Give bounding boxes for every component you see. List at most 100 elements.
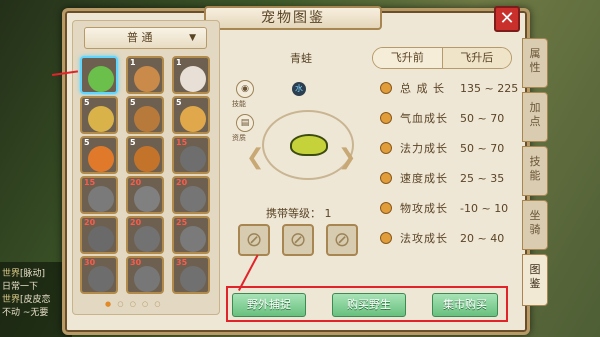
side-tab[interactable]: 坐骑 (522, 200, 548, 250)
pager-dot[interactable]: ○ (142, 300, 150, 308)
chat-text: [脉动] (20, 269, 46, 279)
pet-portrait (88, 146, 114, 172)
pet-portrait (88, 266, 114, 292)
pager-dot[interactable]: ○ (154, 300, 162, 308)
stat-range: 50 ~ 70 (460, 111, 505, 125)
equip-slot-2[interactable]: ⊘ (282, 224, 314, 256)
side-tab-char: 坐 (529, 209, 541, 222)
equip-slot-3[interactable]: ⊘ (326, 224, 358, 256)
pet-level: 15 (84, 178, 96, 187)
skill-icon-label: 技能 (232, 100, 246, 108)
pet-cell[interactable]: 35 (172, 256, 210, 294)
side-tab[interactable]: 技能 (522, 146, 548, 196)
stat-name: 总 成 长 (400, 82, 445, 95)
stat-row: 法力成长 50 ~ 70 (380, 140, 504, 156)
side-tab-char: 骑 (529, 223, 541, 236)
market-buy-button[interactable]: 集市购买 (432, 293, 498, 317)
pet-cell[interactable]: 5 (126, 96, 164, 134)
pet-level: 5 (84, 138, 90, 147)
side-tab-char: 加 (529, 101, 541, 114)
stat-name: 速度成长 (400, 172, 448, 185)
pet-name: 青蛙 (290, 52, 312, 65)
side-tab[interactable]: 加点 (522, 92, 548, 142)
next-pet-arrow-icon[interactable]: ❯ (338, 145, 356, 170)
pager-dot-active[interactable]: ● (105, 300, 113, 308)
pet-portrait (180, 146, 206, 172)
pet-level: 20 (176, 178, 188, 187)
pet-level: 1 (176, 58, 182, 67)
stat-range: 50 ~ 70 (460, 141, 505, 155)
chat-line: 世界[脉动] (2, 268, 70, 281)
pet-portrait (180, 186, 206, 212)
carry-level-value: 1 (324, 207, 332, 220)
pet-level: 25 (176, 218, 188, 227)
carry-level-label: 携带等级： (266, 207, 321, 220)
stat-max: 70 (490, 111, 505, 125)
stat-range: -10 ~ 10 (460, 201, 509, 215)
pet-cell[interactable]: 30 (80, 256, 118, 294)
pet-type-dropdown[interactable]: 普 通 ▼ (84, 27, 207, 49)
pet-level: 5 (130, 98, 136, 107)
chat-channel-tag: 世界 (2, 295, 21, 305)
stat-icon (380, 232, 392, 244)
stat-min: 25 (460, 171, 474, 185)
stat-row: 速度成长 25 ~ 35 (380, 170, 504, 186)
side-tab[interactable]: 图鉴 (522, 254, 548, 306)
pet-portrait (134, 146, 160, 172)
side-tab-char: 点 (529, 115, 541, 128)
dropdown-label: 普 通 (127, 31, 153, 44)
pet-cell[interactable]: 5 (126, 136, 164, 174)
pet-level: 5 (176, 98, 182, 107)
pet-portrait (88, 186, 114, 212)
pet-level: 1 (130, 58, 136, 67)
side-tab-char: 鉴 (529, 277, 541, 290)
pet-portrait (180, 66, 206, 92)
pet-cell[interactable]: 20 (172, 176, 210, 214)
tab-after-ascension[interactable]: 飞升后 (441, 48, 511, 68)
wild-capture-button[interactable]: 野外捕捉 (232, 293, 306, 317)
pager-dots: ● ○ ○ ○ ○ (105, 300, 162, 308)
pager-dot[interactable]: ○ (117, 300, 125, 308)
side-tab[interactable]: 属性 (522, 38, 548, 88)
equip-slot-1[interactable]: ⊘ (238, 224, 270, 256)
pet-portrait (134, 106, 160, 132)
chat-text: 日常一下 (2, 282, 39, 292)
pet-cell[interactable]: 15 (172, 136, 210, 174)
pet-level: 20 (130, 218, 142, 227)
pet-portrait (180, 106, 206, 132)
pet-portrait (134, 66, 160, 92)
pet-portrait (180, 266, 206, 292)
buy-wild-button[interactable]: 购买野生 (332, 293, 406, 317)
stat-name: 物攻成长 (400, 202, 448, 215)
stat-max: 70 (490, 141, 505, 155)
chat-channel-tag: 世界 (2, 269, 21, 279)
pet-cell[interactable]: 20 (80, 216, 118, 254)
stat-row: 气血成长 50 ~ 70 (380, 110, 504, 126)
pet-cell[interactable]: 30 (126, 256, 164, 294)
tab-before-ascension[interactable]: 飞升前 (373, 48, 442, 68)
stat-min: -10 (460, 201, 478, 215)
pet-portrait (88, 106, 114, 132)
pet-cell[interactable]: 15 (80, 176, 118, 214)
stat-max: 10 (494, 201, 509, 215)
pager-dot[interactable]: ○ (130, 300, 138, 308)
chat-text: 不动 ~无要 (2, 308, 49, 318)
stat-max: 35 (490, 171, 505, 185)
pet-cell[interactable]: 25 (172, 216, 210, 254)
pet-cell[interactable] (80, 56, 118, 94)
pet-cell[interactable]: 20 (126, 216, 164, 254)
skill-icon[interactable]: ◉ (236, 80, 254, 98)
pet-cell[interactable]: 5 (80, 136, 118, 174)
stat-icon (380, 202, 392, 214)
pet-level: 5 (84, 98, 90, 107)
pet-cell[interactable]: 5 (172, 96, 210, 134)
pet-cell[interactable]: 1 (126, 56, 164, 94)
pet-cell[interactable]: 1 (172, 56, 210, 94)
stat-name: 气血成长 (400, 112, 448, 125)
aptitude-icon[interactable]: ▤ (236, 114, 254, 132)
close-button[interactable]: ✕ (494, 6, 520, 32)
pet-cell[interactable]: 5 (80, 96, 118, 134)
element-water-icon: 水 (292, 82, 306, 96)
pet-level: 30 (84, 258, 96, 267)
pet-cell[interactable]: 20 (126, 176, 164, 214)
